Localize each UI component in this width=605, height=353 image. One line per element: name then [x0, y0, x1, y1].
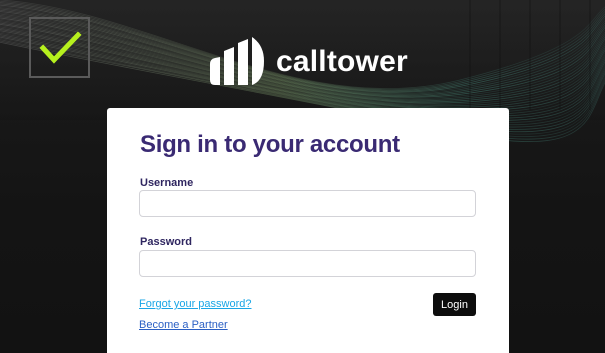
- checkmark-icon: [38, 30, 82, 64]
- status-check-box: [29, 17, 90, 78]
- username-label: Username: [140, 177, 194, 189]
- brand-logo: calltower: [206, 37, 408, 89]
- become-partner-link[interactable]: Become a Partner: [139, 319, 228, 331]
- login-screen: calltower Sign in to your account Userna…: [0, 0, 605, 353]
- brand-name: calltower: [276, 45, 408, 78]
- forgot-password-link[interactable]: Forgot your password?: [139, 298, 252, 310]
- password-label: Password: [140, 236, 192, 248]
- login-button[interactable]: Login: [433, 293, 476, 316]
- login-card: Sign in to your account Username Passwor…: [107, 108, 509, 353]
- username-input[interactable]: [139, 190, 476, 217]
- page-title: Sign in to your account: [140, 131, 400, 158]
- password-input[interactable]: [139, 250, 476, 277]
- calltower-logo-icon: [210, 37, 264, 85]
